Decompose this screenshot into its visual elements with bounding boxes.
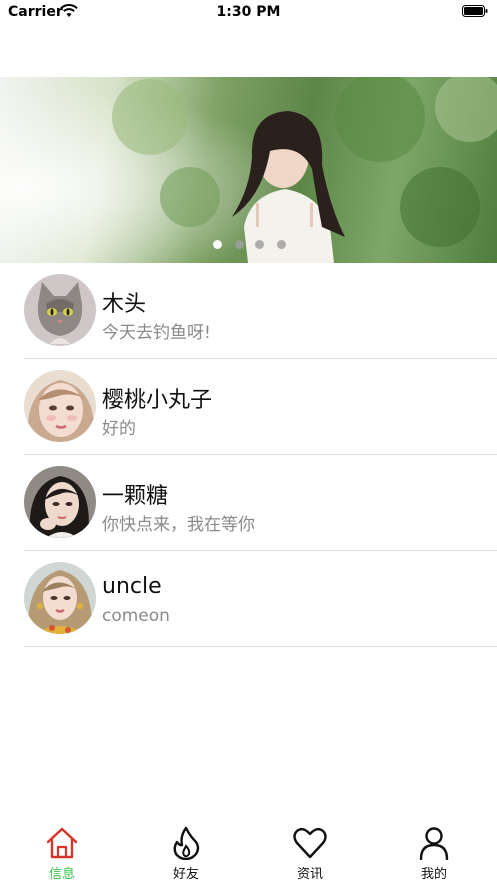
page-dot-4[interactable] bbox=[277, 240, 286, 249]
tab-bar: 信息 好友 资讯 我的 bbox=[0, 820, 497, 883]
tab-messages[interactable]: 信息 bbox=[0, 820, 124, 883]
battery-icon bbox=[462, 5, 488, 17]
contact-name: 木头 bbox=[102, 292, 147, 317]
status-bar: Carrier 1:30 PM bbox=[0, 0, 497, 26]
avatar bbox=[24, 562, 96, 634]
page-dot-3[interactable] bbox=[255, 240, 264, 249]
banner-photo bbox=[0, 77, 497, 263]
home-icon bbox=[46, 827, 78, 859]
tab-news[interactable]: 资讯 bbox=[248, 820, 372, 883]
banner-carousel[interactable] bbox=[0, 77, 497, 263]
message-row[interactable]: 一颗糖 你快点来，我在等你 bbox=[24, 455, 497, 551]
message-row[interactable]: 木头 今天去钓鱼呀! bbox=[24, 263, 497, 359]
person-icon bbox=[419, 827, 449, 860]
tab-label: 我的 bbox=[420, 867, 447, 882]
tab-mine[interactable]: 我的 bbox=[372, 820, 496, 883]
avatar bbox=[24, 370, 96, 442]
message-preview: 今天去钓鱼呀! bbox=[102, 323, 211, 343]
message-row[interactable]: uncle comeon bbox=[24, 551, 497, 647]
contact-name: uncle bbox=[102, 574, 162, 599]
page-dot-2[interactable] bbox=[235, 240, 244, 249]
carousel-page-indicator[interactable] bbox=[0, 240, 497, 250]
avatar bbox=[24, 274, 96, 346]
message-row[interactable]: 樱桃小丸子 好的 bbox=[24, 359, 497, 455]
clock: 1:30 PM bbox=[216, 4, 281, 20]
message-preview: 好的 bbox=[102, 419, 136, 439]
flame-icon bbox=[173, 826, 200, 860]
tab-friends[interactable]: 好友 bbox=[124, 820, 248, 883]
contact-name: 一颗糖 bbox=[102, 484, 169, 509]
message-list: 木头 今天去钓鱼呀! 樱桃小丸子 好的 一颗糖 你快点来，我在等你 uncle … bbox=[0, 263, 497, 647]
message-preview: comeon bbox=[102, 606, 170, 626]
avatar bbox=[24, 466, 96, 538]
tab-label: 信息 bbox=[48, 867, 75, 882]
heart-icon bbox=[293, 827, 327, 859]
contact-name: 樱桃小丸子 bbox=[102, 388, 213, 413]
tab-label: 好友 bbox=[172, 867, 199, 882]
tab-label: 资讯 bbox=[296, 867, 323, 882]
page-dot-1[interactable] bbox=[213, 240, 222, 249]
message-preview: 你快点来，我在等你 bbox=[102, 515, 255, 535]
